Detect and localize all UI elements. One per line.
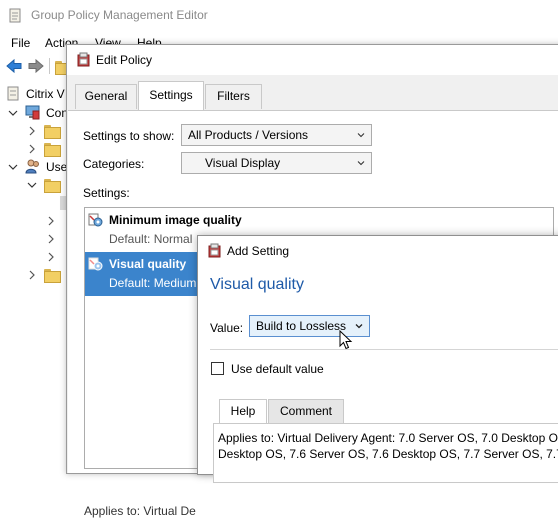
folder-icon <box>44 269 61 283</box>
chevron-down-icon[interactable] <box>8 162 18 172</box>
tree-pane: Citrix V Con Use <box>0 80 69 463</box>
chevron-down-icon <box>357 161 365 166</box>
policy-scroll-icon <box>9 8 21 23</box>
settings-to-show-dropdown[interactable]: All Products / Versions <box>181 124 372 146</box>
categories-value: Visual Display <box>205 156 281 170</box>
categories-dropdown[interactable]: Visual Display <box>181 152 372 174</box>
chevron-down-icon[interactable] <box>8 108 18 118</box>
setting-name: Visual quality <box>109 257 187 271</box>
gpme-title: Group Policy Management Editor <box>31 8 208 22</box>
computer-icon <box>25 105 40 120</box>
tree-label-user: Use <box>46 160 68 174</box>
add-setting-title: Add Setting <box>227 244 290 258</box>
help-text: Applies to: Virtual Delivery Agent: 7.0 … <box>218 430 558 462</box>
categories-label: Categories: <box>83 157 145 171</box>
tree-item-user-child-5[interactable] <box>0 248 66 266</box>
use-default-label[interactable]: Use default value <box>231 362 324 376</box>
chevron-down-icon <box>357 133 365 138</box>
tree-item-user-child-3[interactable] <box>0 212 66 230</box>
tree-item-computer-child-1[interactable] <box>0 122 66 140</box>
tree-item-user-child-4[interactable] <box>0 230 66 248</box>
setting-default: Default: Normal <box>109 232 193 246</box>
policy-scroll-icon <box>7 86 19 101</box>
edit-policy-title: Edit Policy <box>96 53 153 67</box>
edit-policy-titlebar: Edit Policy <box>67 45 558 75</box>
setting-gear-icon <box>88 213 103 227</box>
tab-comment[interactable]: Comment <box>268 399 344 423</box>
tree-label-computer: Con <box>46 106 69 120</box>
folder-icon <box>44 179 61 193</box>
menu-file[interactable]: File <box>11 36 30 50</box>
toolbar-separator <box>49 58 50 74</box>
chevron-right-icon[interactable] <box>46 216 56 226</box>
chevron-down-icon[interactable] <box>27 180 37 190</box>
tree-item-user-child-6[interactable] <box>0 266 66 284</box>
tree-item-computer-child-2[interactable] <box>0 140 66 158</box>
forward-arrow-icon[interactable] <box>26 57 46 75</box>
chevron-right-icon[interactable] <box>27 126 37 136</box>
mouse-pointer-icon <box>339 330 353 350</box>
tree-item-user[interactable]: Use <box>0 158 68 176</box>
applies-to-strip: Applies to: Virtual De <box>84 504 196 518</box>
folder-icon <box>44 143 61 157</box>
tab-general[interactable]: General <box>75 84 137 109</box>
divider <box>210 349 558 350</box>
back-arrow-icon[interactable] <box>4 57 24 75</box>
setting-gear-icon <box>88 257 103 271</box>
help-text-line: Desktop OS, 7.6 Server OS, 7.6 Desktop O… <box>218 447 558 461</box>
edit-policy-tabs: General Settings Filters <box>67 75 558 111</box>
settings-to-show-label: Settings to show: <box>83 129 175 143</box>
tab-filters[interactable]: Filters <box>205 84 262 109</box>
use-default-checkbox[interactable] <box>211 362 224 375</box>
help-panel: Applies to: Virtual Delivery Agent: 7.0 … <box>213 423 558 483</box>
value-selected: Build to Lossless <box>256 319 347 333</box>
tree-label-root: Citrix V <box>26 87 65 101</box>
tree-item-computer[interactable]: Con <box>0 104 69 122</box>
settings-to-show-value: All Products / Versions <box>188 128 309 142</box>
help-text-line: Applies to: Virtual Delivery Agent: 7.0 … <box>218 431 558 445</box>
gpme-titlebar: Group Policy Management Editor <box>0 0 558 31</box>
chevron-right-icon[interactable] <box>27 144 37 154</box>
setting-heading: Visual quality <box>210 276 304 293</box>
chevron-down-icon <box>355 324 363 329</box>
chevron-right-icon[interactable] <box>46 252 56 262</box>
tab-help[interactable]: Help <box>219 399 267 423</box>
tree-item-root[interactable]: Citrix V <box>0 85 66 103</box>
settings-label: Settings: <box>83 186 130 200</box>
tree-item-user-child-1[interactable] <box>0 176 66 194</box>
users-icon <box>25 159 39 174</box>
policy-edit-icon <box>77 52 90 67</box>
tab-settings[interactable]: Settings <box>138 81 204 110</box>
setting-name: Minimum image quality <box>109 213 242 227</box>
setting-default: Default: Medium <box>109 276 197 290</box>
chevron-right-icon[interactable] <box>46 234 56 244</box>
add-setting-dialog: Add Setting Visual quality Value: Build … <box>197 235 558 483</box>
chevron-right-icon[interactable] <box>27 270 37 280</box>
value-label: Value: <box>210 321 244 335</box>
policy-edit-icon <box>208 243 221 258</box>
tree-item-user-child-2[interactable] <box>0 194 66 212</box>
folder-icon <box>44 125 61 139</box>
add-setting-titlebar: Add Setting <box>198 236 558 266</box>
